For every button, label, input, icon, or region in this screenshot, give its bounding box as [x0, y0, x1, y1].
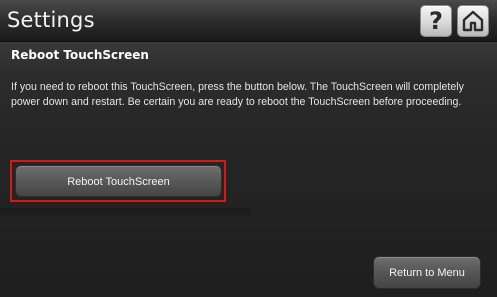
title-bar: Settings ? [0, 0, 497, 42]
section-header: Reboot TouchScreen [0, 42, 497, 68]
content-area: Reboot TouchScreen If you need to reboot… [0, 42, 497, 297]
home-button[interactable] [457, 5, 489, 37]
reboot-touchscreen-button[interactable]: Reboot TouchScreen [15, 165, 222, 197]
help-button[interactable]: ? [420, 5, 452, 37]
question-mark-icon: ? [429, 7, 443, 35]
reboot-description: If you need to reboot this TouchScreen, … [11, 81, 464, 108]
touchscreen-settings-screen: Settings ? Reboot TouchScreen If you nee… [0, 0, 497, 297]
divider [0, 208, 250, 220]
page-title: Settings [7, 8, 95, 32]
return-to-menu-button[interactable]: Return to Menu [373, 256, 481, 289]
home-icon [462, 10, 484, 32]
section-title: Reboot TouchScreen [11, 48, 149, 62]
